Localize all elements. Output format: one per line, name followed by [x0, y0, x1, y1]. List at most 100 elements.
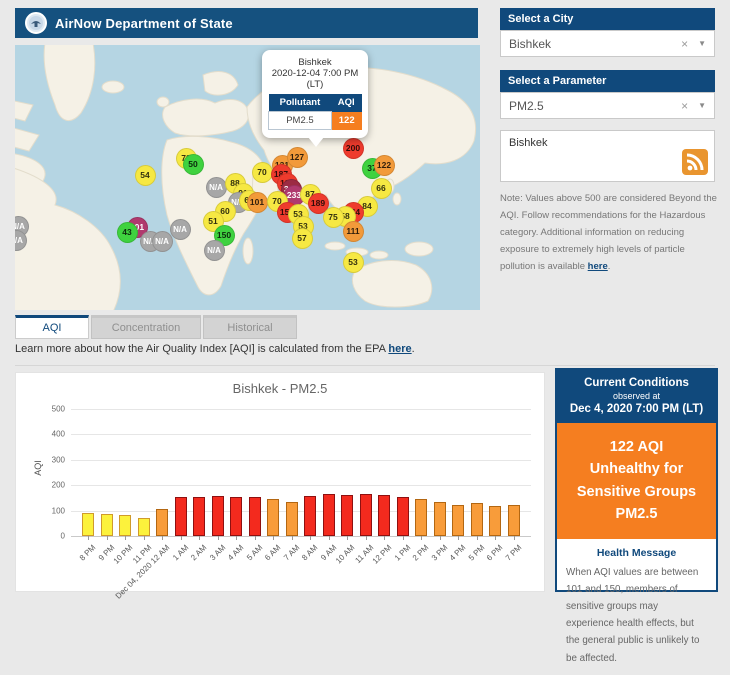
aqi-pollutant: PM2.5 [615, 506, 658, 523]
popup-timezone: (LT) [306, 79, 324, 90]
aqi-bar[interactable] [119, 515, 132, 536]
tab-aqi[interactable]: AQI [15, 315, 89, 339]
x-tick [180, 536, 182, 540]
aqi-bar[interactable] [489, 506, 502, 536]
map-marker-aqi[interactable]: 70 [251, 161, 273, 183]
x-tick-label: 10 PM [111, 543, 135, 566]
x-tick [476, 536, 478, 540]
y-tick-label: 400 [51, 429, 65, 439]
x-tick-label: 7 PM [503, 543, 524, 563]
map-marker-aqi[interactable]: 43 [116, 221, 138, 243]
gridline [71, 409, 531, 410]
aqi-bar[interactable] [193, 497, 206, 536]
aqi-bar[interactable] [230, 497, 243, 536]
x-tick [236, 536, 238, 540]
aqi-bar[interactable] [341, 495, 354, 536]
parameter-select[interactable]: PM2.5 × ▼ [500, 92, 715, 119]
aqi-bar[interactable] [211, 496, 224, 536]
clear-icon[interactable]: × [681, 99, 688, 113]
map-marker-na[interactable]: N/A [151, 230, 173, 252]
map-marker-aqi[interactable]: 53 [342, 251, 364, 273]
aqi-bar[interactable] [415, 499, 428, 536]
chevron-down-icon[interactable]: ▼ [698, 39, 706, 48]
popup-col-aqi: AQI [331, 94, 362, 112]
aqi-bar[interactable] [285, 502, 298, 536]
y-tick-label: 200 [51, 480, 65, 490]
aqi-bar[interactable] [137, 518, 150, 536]
aqi-bar[interactable] [248, 497, 261, 536]
select-city-label: Select a City [508, 13, 574, 25]
popup-city: Bishkek [298, 57, 332, 68]
aqi-world-map[interactable]: 54N/AN/A20143N/AN/AN/A7350N/A887091N/A61… [15, 45, 480, 310]
aqi-bar[interactable] [452, 505, 465, 536]
clear-icon[interactable]: × [681, 37, 688, 51]
current-conditions-title: Current Conditions [584, 377, 689, 389]
aqi-bar[interactable] [267, 499, 280, 536]
tab-historical[interactable]: Historical [203, 315, 297, 339]
x-tick-label: 7 AM [281, 543, 302, 563]
observed-at-label: observed at [612, 391, 661, 401]
map-marker-na[interactable]: N/A [205, 176, 227, 198]
x-tick-label: 2 PM [411, 543, 431, 563]
aqi-value: 122 AQI [609, 439, 664, 455]
current-conditions-header: Current Conditions observed at Dec 4, 20… [557, 370, 716, 423]
aqi-bar[interactable] [304, 496, 317, 536]
map-marker-aqi[interactable]: 57 [291, 227, 313, 249]
tab-concentration[interactable]: Concentration [91, 315, 201, 339]
aqi-bar[interactable] [396, 497, 409, 536]
select-parameter-header: Select a Parameter [500, 70, 715, 92]
map-marker-aqi[interactable]: 122 [373, 154, 395, 176]
map-marker-aqi[interactable]: 66 [370, 177, 392, 199]
city-select[interactable]: Bishkek × ▼ [500, 30, 715, 57]
aqi-bar[interactable] [156, 509, 169, 536]
x-tick [106, 536, 108, 540]
x-tick [495, 536, 497, 540]
x-tick-label: 10 AM [334, 543, 357, 566]
learn-more-text: Learn more about how the Air Quality Ind… [15, 343, 715, 366]
map-popup: Bishkek 2020-12-04 7:00 PM (LT) Pollutan… [262, 50, 368, 147]
map-marker-na[interactable]: N/A [169, 218, 191, 240]
x-tick-label: 4 AM [226, 543, 246, 563]
x-tick [143, 536, 145, 540]
x-tick [365, 536, 367, 540]
x-tick-label: 1 PM [392, 543, 413, 563]
city-select-value: Bishkek [509, 36, 552, 51]
map-marker-aqi[interactable]: 200 [342, 137, 364, 159]
aqi-bar-chart: Bishkek - PM2.5 AQI 0 100 200 300 400 500 8 PM… [15, 372, 545, 601]
aqi-bar[interactable] [100, 514, 113, 536]
aqi-bar[interactable] [322, 494, 335, 536]
aqi-bar[interactable] [82, 513, 94, 536]
map-marker-na[interactable]: N/A [203, 239, 225, 261]
select-city-header: Select a City [500, 8, 715, 30]
epa-here-link[interactable]: here [388, 343, 411, 355]
y-tick-label: 100 [51, 506, 65, 516]
aqi-bar[interactable] [174, 497, 187, 536]
aqi-bar[interactable] [359, 494, 372, 536]
x-tick-label: 2 AM [189, 543, 209, 563]
note-here-link[interactable]: here [588, 261, 608, 272]
x-tick-label: 1 AM [170, 543, 190, 563]
aqi-bar[interactable] [433, 502, 446, 536]
rss-feed-box: Bishkek [500, 130, 715, 182]
x-tick-label: 12 PM [370, 543, 394, 566]
y-axis-label: AQI [32, 460, 43, 476]
map-marker-aqi[interactable]: 54 [134, 164, 156, 186]
x-tick [347, 536, 349, 540]
x-tick [402, 536, 404, 540]
gridline [71, 434, 531, 436]
rss-city-label: Bishkek [509, 137, 548, 149]
map-marker-aqi[interactable]: 50 [182, 153, 204, 175]
x-tick-label: 6 AM [263, 543, 283, 563]
x-tick [439, 536, 441, 540]
parameter-select-value: PM2.5 [509, 98, 544, 113]
x-tick [199, 536, 201, 540]
aqi-bar[interactable] [508, 505, 520, 536]
rss-icon[interactable] [682, 149, 708, 175]
aqi-bar[interactable] [470, 503, 483, 536]
map-marker-aqi[interactable]: 75 [322, 206, 344, 228]
aqi-bar[interactable] [378, 495, 391, 536]
map-marker-aqi[interactable]: 127 [286, 146, 308, 168]
map-marker-aqi[interactable]: 101 [246, 191, 268, 213]
map-marker-aqi[interactable]: 111 [342, 220, 364, 242]
chevron-down-icon[interactable]: ▼ [698, 101, 706, 110]
